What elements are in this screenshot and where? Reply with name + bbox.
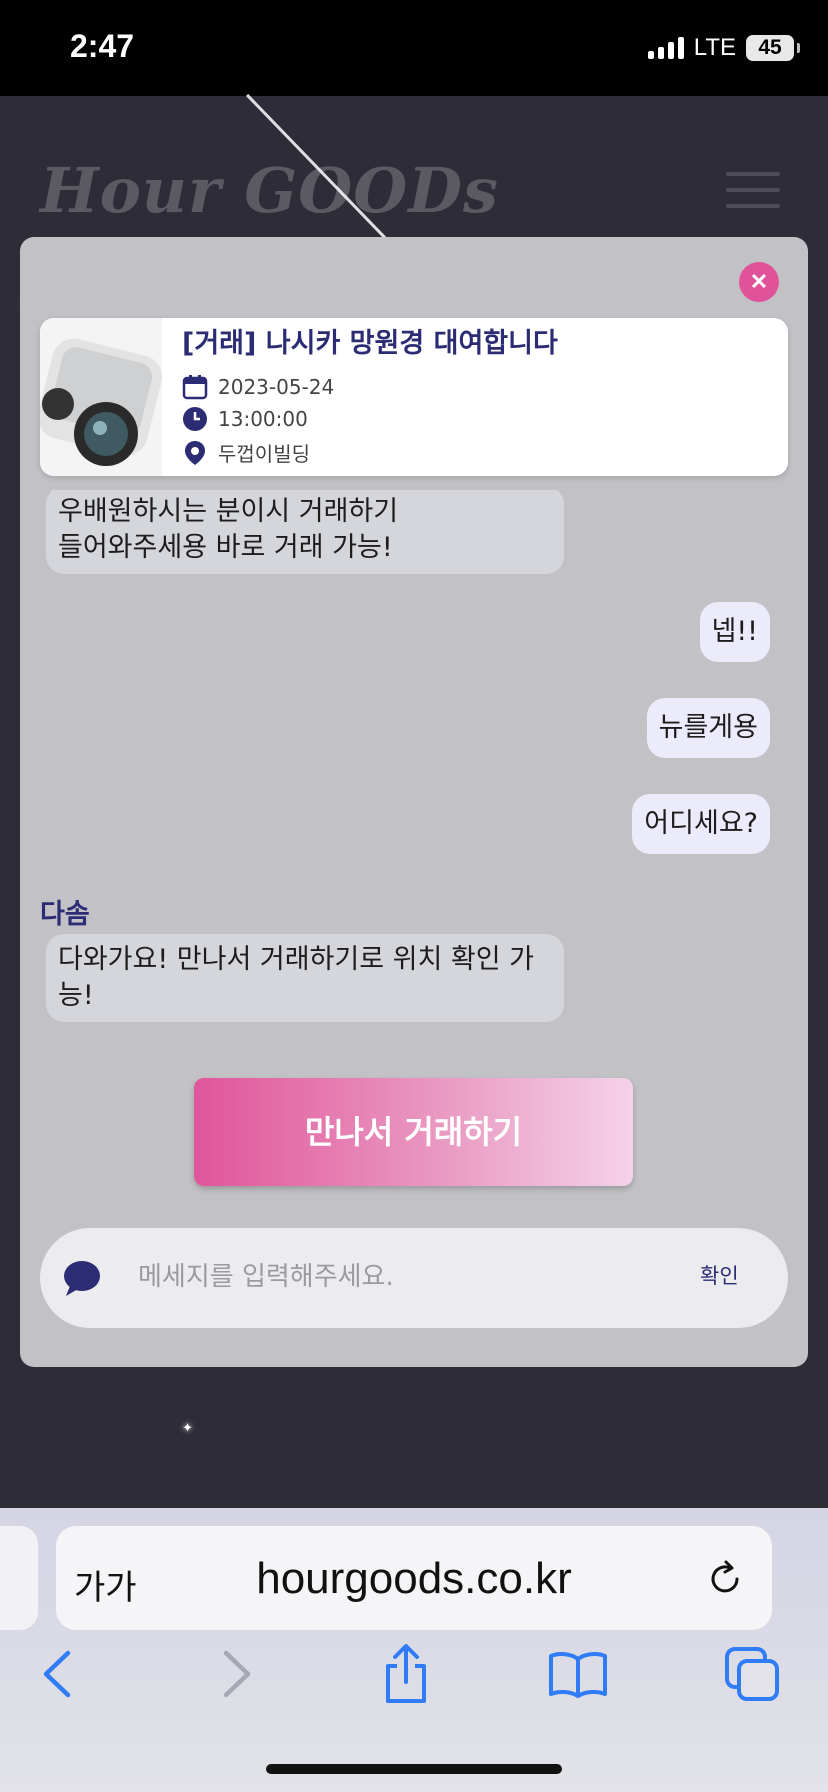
calendar-icon	[182, 374, 208, 400]
home-indicator	[266, 1764, 562, 1774]
sparkle-icon: ✦	[182, 1421, 193, 1436]
message-input-bar: 확인	[40, 1228, 788, 1328]
status-indicators: LTE 45	[647, 34, 800, 62]
browser-toolbar: 가가 hourgoods.co.kr	[0, 1508, 828, 1792]
trade-info-card[interactable]: [거래] 나시카 망원경 대여합니다 2023-05-24 13:00:00 두…	[40, 318, 788, 476]
chat-bubble-icon	[62, 1258, 102, 1298]
trade-location: 두껍이빌딩	[218, 442, 310, 466]
status-time: 2:47	[70, 28, 135, 64]
url-text[interactable]: hourgoods.co.kr	[56, 1554, 772, 1604]
share-icon[interactable]	[376, 1644, 436, 1704]
trade-time-row: 13:00:00	[182, 406, 308, 432]
hamburger-menu-icon[interactable]	[726, 172, 780, 210]
send-button[interactable]: 확인	[700, 1260, 739, 1290]
chat-message-sent: 뉴를게용	[646, 698, 770, 758]
trade-title: [거래] 나시카 망원경 대여합니다	[182, 328, 558, 359]
message-input[interactable]	[138, 1255, 618, 1299]
sender-name: 다솜	[40, 899, 90, 930]
address-bar[interactable]: 가가 hourgoods.co.kr	[56, 1526, 772, 1630]
network-type: LTE	[693, 34, 736, 61]
meet-and-trade-button[interactable]: 만나서 거래하기	[194, 1078, 633, 1186]
bookmarks-icon[interactable]	[548, 1644, 608, 1704]
site-header: Hour GOODs	[0, 96, 828, 236]
close-button[interactable]: ✕	[739, 262, 779, 302]
trade-date: 2023-05-24	[218, 375, 335, 399]
clock-icon	[182, 406, 208, 432]
reload-icon[interactable]	[704, 1558, 746, 1600]
tabs-icon[interactable]	[722, 1644, 782, 1704]
forward-icon[interactable]	[206, 1644, 266, 1704]
previous-tab[interactable]	[0, 1526, 38, 1630]
location-pin-icon	[182, 440, 208, 466]
battery-icon: 45	[746, 35, 800, 61]
trade-time: 13:00:00	[218, 407, 308, 431]
chat-message-received: 다와가요! 만나서 거래하기로 위치 확인 가능!	[46, 934, 564, 1022]
product-image	[40, 318, 162, 476]
signal-icon	[647, 37, 684, 59]
trade-location-row: 두껍이빌딩	[182, 438, 310, 467]
chat-message-sent: 넵!!	[699, 602, 770, 662]
message-line: 우배원하시는 분이시 거래하기	[58, 496, 399, 527]
chat-message-received: 우배원하시는 분이시 거래하기 들어와주세용 바로 거래 가능!	[46, 490, 564, 574]
close-icon: ✕	[749, 269, 769, 294]
site-logo[interactable]: Hour GOODs	[40, 154, 499, 227]
chat-message-sent: 어디세요?	[632, 794, 770, 854]
message-line: 들어와주세용 바로 거래 가능!	[58, 532, 393, 563]
status-bar: 2:47 LTE 45	[0, 0, 828, 96]
trade-date-row: 2023-05-24	[182, 374, 334, 400]
back-icon[interactable]	[28, 1644, 88, 1704]
